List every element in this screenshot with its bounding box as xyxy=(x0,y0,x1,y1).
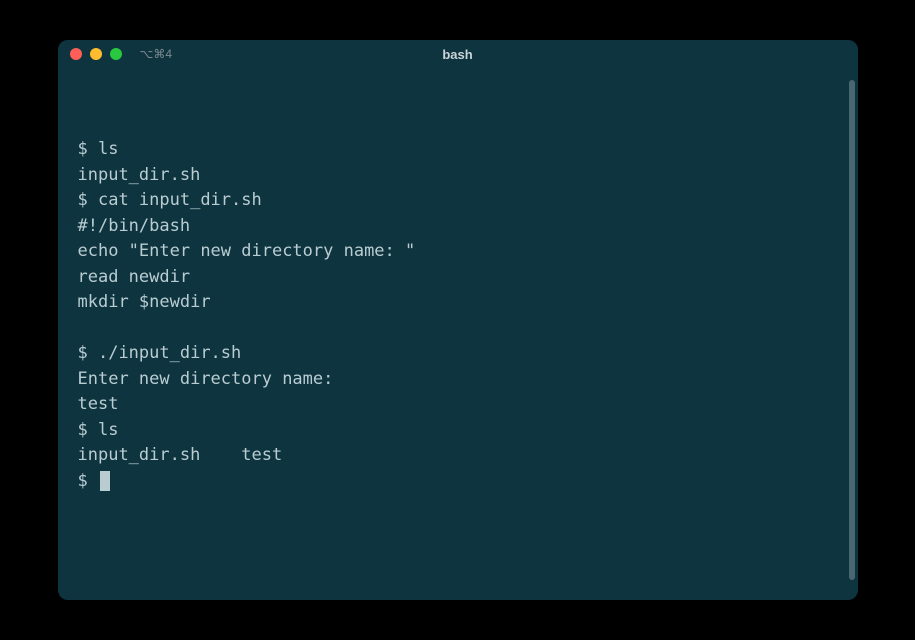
terminal-output: $ lsinput_dir.sh$ cat input_dir.sh#!/bin… xyxy=(78,137,838,494)
cursor xyxy=(100,471,110,491)
scrollbar[interactable] xyxy=(849,80,855,580)
terminal-line: $ xyxy=(78,469,838,495)
terminal-line: $ ls xyxy=(78,418,838,444)
terminal-line: echo "Enter new directory name: " xyxy=(78,239,838,265)
terminal-line: $ ls xyxy=(78,137,838,163)
titlebar: ⌥⌘4 bash xyxy=(58,40,858,68)
tab-shortcut-label: ⌥⌘4 xyxy=(140,47,173,61)
terminal-body[interactable]: $ lsinput_dir.sh$ cat input_dir.sh#!/bin… xyxy=(58,68,858,600)
close-button[interactable] xyxy=(70,48,82,60)
terminal-line: mkdir $newdir xyxy=(78,290,838,316)
terminal-line: Enter new directory name: xyxy=(78,367,838,393)
terminal-line: read newdir xyxy=(78,265,838,291)
terminal-line: $ ./input_dir.sh xyxy=(78,341,838,367)
terminal-line: input_dir.sh test xyxy=(78,443,838,469)
terminal-line: $ cat input_dir.sh xyxy=(78,188,838,214)
window-title: bash xyxy=(442,47,472,62)
traffic-lights xyxy=(70,48,122,60)
terminal-line: input_dir.sh xyxy=(78,163,838,189)
terminal-window: ⌥⌘4 bash $ lsinput_dir.sh$ cat input_dir… xyxy=(58,40,858,600)
maximize-button[interactable] xyxy=(110,48,122,60)
terminal-line: #!/bin/bash xyxy=(78,214,838,240)
terminal-line: test xyxy=(78,392,838,418)
minimize-button[interactable] xyxy=(90,48,102,60)
terminal-line xyxy=(78,316,838,342)
